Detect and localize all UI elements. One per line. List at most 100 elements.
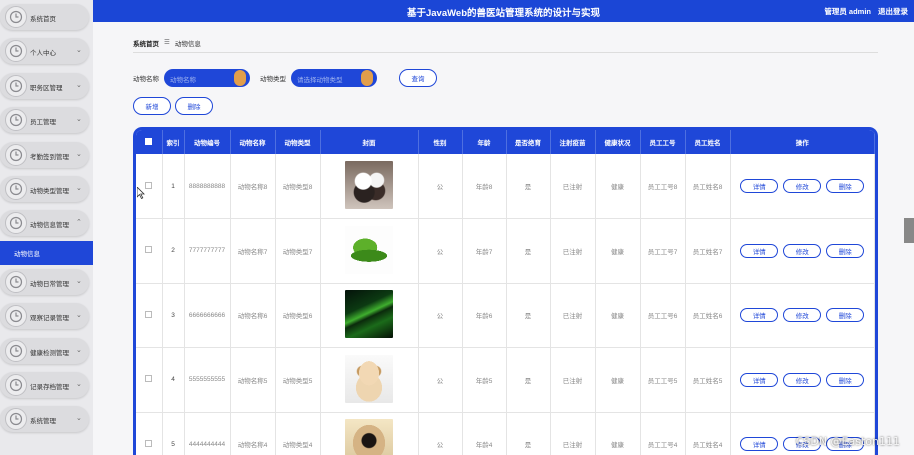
row-checkbox[interactable] — [145, 181, 153, 189]
chevron-icon: ⌄ — [76, 277, 82, 285]
cell-neutered: 是 — [506, 218, 551, 284]
sidebar-item-label: 职务区管理 — [30, 84, 63, 92]
cell-age: 年龄8 — [462, 154, 507, 219]
logout-link[interactable]: 退出登录 — [878, 6, 908, 17]
page-scrollbar[interactable] — [904, 218, 914, 243]
cell-health: 健康 — [595, 218, 641, 284]
search-bar: 动物名称 动物名称 动物类型 请选择动物类型 查询 — [133, 69, 437, 87]
detail-button[interactable]: 详情 — [740, 179, 779, 193]
query-button[interactable]: 查询 — [399, 69, 437, 87]
row-checkbox[interactable] — [145, 310, 153, 318]
breadcrumb-home[interactable]: 系统首页 — [133, 38, 159, 48]
delete-button[interactable]: 删除 — [826, 372, 865, 387]
sidebar-item[interactable]: 动物信息管理 ⌃ — [0, 206, 93, 240]
detail-button[interactable]: 详情 — [740, 437, 779, 452]
cell-code: 6666666666 — [184, 283, 231, 348]
edit-button[interactable]: 修改 — [783, 308, 822, 323]
batch-delete-button[interactable]: 删除 — [175, 97, 213, 115]
sidebar-item-label: 动物信息管理 — [30, 222, 69, 230]
sidebar-item[interactable]: 动物类型管理 ⌄ — [0, 172, 93, 206]
cell-emp_no: 员工工号5 — [640, 347, 686, 413]
cell-emp_no: 员工工号7 — [640, 218, 686, 284]
sidebar-item[interactable]: 考勤签到管理 ⌄ — [0, 138, 93, 172]
chevron-icon: ⌄ — [76, 81, 82, 89]
select-all-checkbox[interactable] — [145, 137, 153, 145]
sidebar-item-label: 观察记录管理 — [30, 315, 69, 323]
sidebar-item[interactable]: 员工管理 ⌄ — [0, 103, 93, 137]
sidebar-item-label: 动物类型管理 — [30, 187, 69, 195]
table-row: 5 4444444444 动物名称4 动物类型4 公年龄4 是已注射 健康 员工工号4 员工姓名… — [136, 412, 875, 455]
cell-type: 动物类型7 — [275, 218, 321, 284]
sidebar-item-label: 健康检测管理 — [30, 349, 69, 357]
cell-emp_name: 员工姓名7 — [685, 218, 731, 284]
column-header: 年龄 — [462, 130, 507, 154]
row-select-cell — [136, 218, 163, 284]
detail-button[interactable]: 详情 — [740, 308, 779, 323]
sidebar-item[interactable]: 健康检测管理 ⌄ — [0, 334, 93, 368]
sidebar-item[interactable]: 系统管理 ⌄ — [0, 402, 93, 436]
sidebar-item[interactable]: 记录存档管理 ⌄ — [0, 368, 93, 402]
sidebar-item[interactable]: 观察记录管理 ⌄ — [0, 299, 93, 333]
animal-name-label: 动物名称 — [133, 76, 159, 83]
cell-emp_name: 员工姓名6 — [685, 283, 731, 348]
row-checkbox[interactable] — [145, 439, 153, 447]
edit-button[interactable]: 修改 — [783, 372, 822, 387]
cell-emp_no: 员工工号8 — [640, 154, 686, 219]
cell-code: 7777777777 — [184, 218, 231, 284]
main-content: 系统首页 ☰ 动物信息 动物名称 动物名称 动物类型 请选择动物类型 查询 新增… — [93, 22, 914, 455]
column-header: 是否绝育 — [506, 130, 551, 154]
input-knob-icon — [234, 70, 246, 86]
mouse-cursor-icon — [137, 187, 145, 199]
cell-name: 动物名称6 — [230, 283, 276, 348]
detail-button[interactable]: 详情 — [740, 243, 779, 258]
chevron-icon: ⌄ — [76, 150, 82, 158]
column-header: 动物类型 — [275, 130, 321, 154]
row-select-cell — [136, 347, 163, 413]
edit-button[interactable]: 修改 — [783, 179, 822, 193]
sidebar-item-label: 记录存档管理 — [30, 383, 69, 391]
clock-icon — [5, 373, 27, 396]
animal-name-input[interactable]: 动物名称 — [164, 69, 250, 87]
clock-icon — [5, 339, 27, 362]
cell-health: 健康 — [595, 283, 641, 348]
delete-button[interactable]: 删除 — [826, 243, 865, 258]
edit-button[interactable]: 修改 — [783, 243, 822, 258]
column-header: 动物名称 — [230, 130, 276, 154]
app-title: 基于JavaWeb的兽医站管理系统的设计与实现 — [406, 8, 600, 19]
row-checkbox[interactable] — [145, 246, 153, 254]
sidebar-item[interactable]: 动物日常管理 ⌄ — [0, 265, 93, 299]
row-checkbox[interactable] — [145, 375, 153, 383]
breadcrumb: 系统首页 ☰ 动物信息 — [133, 38, 201, 48]
animal-type-select[interactable]: 请选择动物类型 — [291, 69, 377, 87]
cover-cell — [320, 218, 419, 284]
cell-type: 动物类型4 — [275, 412, 321, 455]
cell-code: 8888888888 — [184, 154, 231, 219]
delete-button[interactable]: 删除 — [826, 308, 865, 323]
detail-button[interactable]: 详情 — [740, 372, 779, 387]
cell-vaccine: 已注射 — [550, 218, 596, 284]
sidebar-item-label: 系统管理 — [30, 418, 56, 426]
row-select-cell — [136, 412, 163, 455]
cell-vaccine: 已注射 — [550, 283, 596, 348]
animal-cover-image — [345, 419, 393, 455]
cell-vaccine: 已注射 — [550, 154, 596, 219]
add-button[interactable]: 新增 — [133, 97, 171, 115]
cover-cell — [320, 283, 419, 348]
delete-button[interactable]: 删除 — [826, 179, 865, 193]
cell-gender: 公 — [418, 218, 463, 284]
cell-index: 2 — [162, 218, 185, 284]
sidebar-item[interactable]: 个人中心 ⌄ — [0, 34, 93, 68]
sidebar-item[interactable]: 系统首页 — [0, 0, 93, 34]
cell-emp_name: 员工姓名8 — [685, 154, 731, 219]
breadcrumb-current: 动物信息 — [174, 41, 201, 48]
sidebar-item[interactable]: 职务区管理 ⌄ — [0, 69, 93, 103]
sidebar-subitem-animal-info[interactable]: 动物信息 — [0, 240, 93, 265]
top-header: 基于JavaWeb的兽医站管理系统的设计与实现 管理员 admin 退出登录 — [93, 0, 914, 22]
column-header: 索引 — [162, 130, 185, 154]
cell-index: 1 — [162, 154, 185, 219]
column-header: 封面 — [320, 130, 419, 154]
cell-code: 4444444444 — [184, 412, 231, 455]
chevron-icon: ⌄ — [76, 47, 82, 55]
animal-cover-image — [345, 161, 393, 209]
cell-neutered: 是 — [506, 283, 551, 348]
